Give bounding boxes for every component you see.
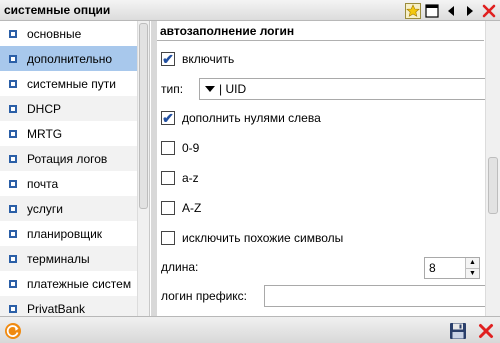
sidebar-item-label: системные пути xyxy=(27,76,116,91)
panel-scrollbar[interactable] xyxy=(485,21,500,316)
prefix-input[interactable] xyxy=(264,285,486,307)
sidebar-item-label: PrivatBank xyxy=(27,301,86,316)
chevron-down-icon xyxy=(205,86,215,92)
exclude-similar-label: исключить похожие символы xyxy=(182,231,344,245)
sidebar-item[interactable]: PrivatBank xyxy=(0,296,137,316)
type-select-value: | UID xyxy=(219,82,247,96)
sidebar-item-label: Ротация логов xyxy=(27,151,108,166)
window-title: системные опции xyxy=(4,3,111,17)
list-bullet-icon xyxy=(9,29,17,38)
sidebar-scrollbar-thumb[interactable] xyxy=(139,23,148,209)
length-value[interactable]: 8 xyxy=(429,261,436,275)
type-label: тип: xyxy=(161,82,184,96)
sidebar-item[interactable]: MRTG xyxy=(0,121,137,146)
sidebar-item[interactable]: Ротация логов xyxy=(0,146,137,171)
enable-row[interactable]: ✔ включить xyxy=(161,52,234,66)
list-bullet-icon xyxy=(9,204,17,213)
list-bullet-icon xyxy=(9,229,17,238)
star-icon[interactable] xyxy=(404,2,421,19)
list-bullet-icon xyxy=(9,54,17,63)
sidebar-item[interactable]: DHCP xyxy=(0,96,137,121)
bottom-toolbar xyxy=(0,316,500,343)
window-icon[interactable] xyxy=(423,2,440,19)
upper-row[interactable]: ✔ A-Z xyxy=(161,201,201,215)
list-bullet-icon xyxy=(9,154,17,163)
digits-label: 0-9 xyxy=(182,141,200,155)
next-arrow-icon[interactable] xyxy=(461,2,478,19)
sidebar-item-label: почта xyxy=(27,176,59,191)
stepper-down-icon[interactable]: ▼ xyxy=(466,267,479,278)
sidebar-item-label: MRTG xyxy=(27,126,63,141)
settings-content: автозаполнение логин ✔ включить тип: | U… xyxy=(151,21,486,316)
enable-label: включить xyxy=(182,52,235,66)
sidebar-item[interactable]: терминалы xyxy=(0,246,137,271)
list-bullet-icon xyxy=(9,104,17,113)
pad-zeros-row[interactable]: ✔ дополнить нулями слева xyxy=(161,111,321,125)
panel-scrollbar-thumb[interactable] xyxy=(488,157,498,214)
lower-row[interactable]: ✔ a-z xyxy=(161,171,199,185)
sidebar-item[interactable]: услуги xyxy=(0,196,137,221)
list-bullet-icon xyxy=(9,279,17,288)
sidebar-item-label: планировщик xyxy=(27,226,103,241)
type-select[interactable]: | UID xyxy=(199,78,486,100)
upper-checkbox[interactable]: ✔ xyxy=(161,201,175,215)
sidebar-scrollbar[interactable] xyxy=(137,21,149,316)
length-row: длина: xyxy=(161,260,198,274)
list-bullet-icon xyxy=(9,79,17,88)
list-bullet-icon xyxy=(9,179,17,188)
pad-zeros-checkbox[interactable]: ✔ xyxy=(161,111,175,125)
sidebar-item[interactable]: платежные систем xyxy=(0,271,137,296)
sidebar-item[interactable]: дополнительно xyxy=(0,46,137,71)
lower-label: a-z xyxy=(182,171,199,185)
stepper-up-icon[interactable]: ▲ xyxy=(466,258,479,268)
list-bullet-icon xyxy=(9,254,17,263)
sidebar-item-label: DHCP xyxy=(27,101,62,116)
list-bullet-icon xyxy=(9,129,17,138)
title-bar-controls xyxy=(404,2,497,19)
sidebar-item[interactable]: планировщик xyxy=(0,221,137,246)
sidebar-item-label: терминалы xyxy=(27,251,90,266)
enable-checkbox[interactable]: ✔ xyxy=(161,52,175,66)
sidebar-item-label: дополнительно xyxy=(27,51,113,66)
sidebar-item[interactable]: системные пути xyxy=(0,71,137,96)
refresh-icon[interactable] xyxy=(3,321,23,341)
cancel-icon[interactable] xyxy=(476,321,496,341)
options-list: основные дополнительно системные пути DHCP M… xyxy=(0,21,137,316)
list-bullet-icon xyxy=(9,304,17,313)
sidebar-item-label: основные xyxy=(27,26,82,41)
sidebar-item[interactable]: почта xyxy=(0,171,137,196)
section-header: автозаполнение логин xyxy=(157,21,484,41)
prefix-row: логин префикс: xyxy=(161,289,247,303)
length-label: длина: xyxy=(161,260,199,274)
title-bar: системные опции xyxy=(0,0,500,21)
settings-panel: автозаполнение логин ✔ включить тип: | U… xyxy=(151,21,500,316)
prev-arrow-icon[interactable] xyxy=(442,2,459,19)
type-label-row: тип: xyxy=(161,82,183,96)
options-sidebar: основные дополнительно системные пути DHCP M… xyxy=(0,21,150,316)
lower-checkbox[interactable]: ✔ xyxy=(161,171,175,185)
sidebar-item-label: услуги xyxy=(27,201,63,216)
sidebar-item[interactable]: основные xyxy=(0,21,137,46)
close-icon[interactable] xyxy=(480,2,497,19)
exclude-similar-row[interactable]: ✔ исключить похожие символы xyxy=(161,231,343,245)
exclude-similar-checkbox[interactable]: ✔ xyxy=(161,231,175,245)
save-icon[interactable] xyxy=(448,321,468,341)
upper-label: A-Z xyxy=(182,201,202,215)
digits-checkbox[interactable]: ✔ xyxy=(161,141,175,155)
prefix-label: логин префикс: xyxy=(161,289,247,303)
length-stepper[interactable]: 8 ▲ ▼ xyxy=(424,257,480,279)
digits-row[interactable]: ✔ 0-9 xyxy=(161,141,199,155)
sidebar-item-label: платежные систем xyxy=(27,276,132,291)
pad-zeros-label: дополнить нулями слева xyxy=(182,111,321,125)
